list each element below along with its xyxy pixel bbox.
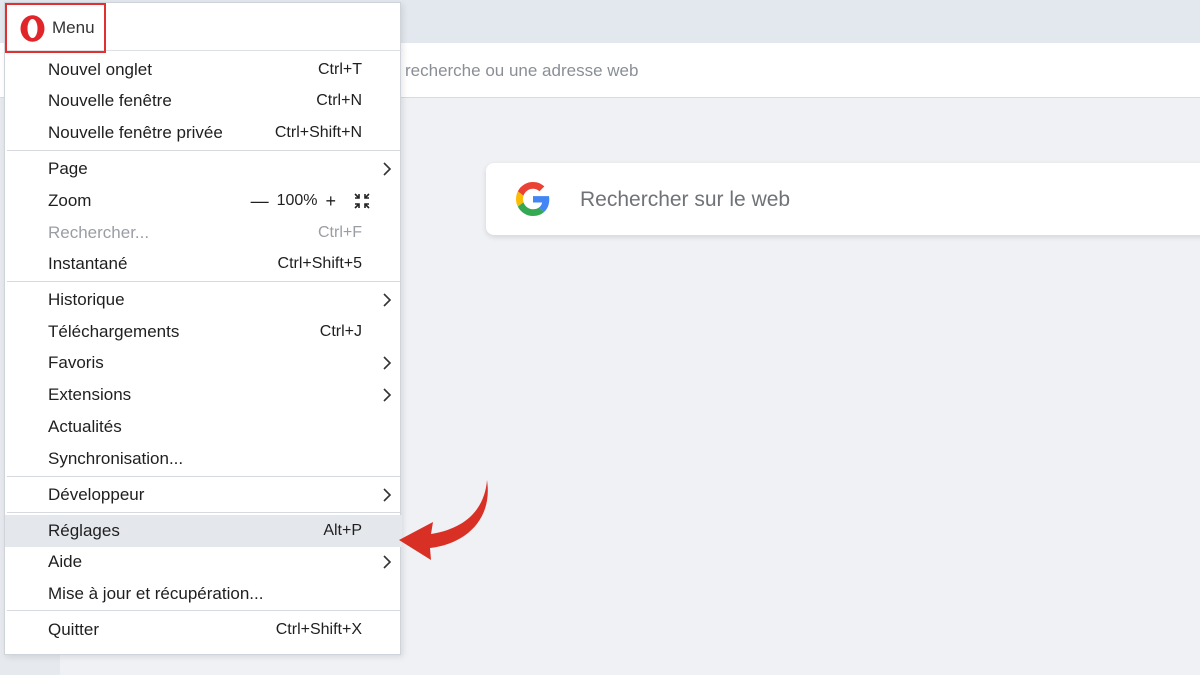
menu-item-label: Aide [48,552,83,571]
menu-item-quit[interactable]: Quitter Ctrl+Shift+X [5,614,402,646]
menu-item-label: Actualités [48,417,122,436]
search-placeholder[interactable]: Rechercher sur le web [580,188,790,212]
address-placeholder[interactable]: recherche ou une adresse web [405,61,638,81]
menu-divider [7,610,400,611]
menu-item-developer[interactable]: Développeur [5,479,402,511]
zoom-out-button[interactable]: — [251,191,269,212]
menu-item-extensions[interactable]: Extensions [5,379,402,411]
fullscreen-icon[interactable] [354,193,370,209]
menu-item-label: Nouvel onglet [48,60,152,79]
chevron-right-icon [383,488,392,502]
menu-item-downloads[interactable]: Téléchargements Ctrl+J [5,316,402,348]
menu-item-help[interactable]: Aide [5,546,402,578]
chevron-right-icon [383,356,392,370]
menu-divider [7,476,400,477]
chevron-right-icon [383,293,392,307]
menu-item-shortcut: Ctrl+J [319,323,362,340]
menu-item-label: Historique [48,290,125,309]
menu-item-label: Développeur [48,485,145,504]
menu-item-label: Zoom [48,191,92,210]
menu-item-label: Mise à jour et récupération... [48,584,264,603]
zoom-controls: — 100% + [251,191,370,212]
menu-item-label: Téléchargements [48,322,180,341]
menu-item-shortcut: Ctrl+T [318,61,362,78]
menu-item-new-tab[interactable]: Nouvel onglet Ctrl+T [5,54,402,86]
menu-divider [7,281,400,282]
menu-item-shortcut: Ctrl+Shift+N [274,124,362,141]
menu-item-update-recovery[interactable]: Mise à jour et récupération... [5,578,402,610]
menu-item-news[interactable]: Actualités [5,411,402,443]
chevron-right-icon [383,162,392,176]
menu-item-label: Quitter [48,620,100,639]
chevron-right-icon [383,388,392,402]
menu-item-new-window[interactable]: Nouvelle fenêtre Ctrl+N [5,85,402,117]
chevron-right-icon [383,555,392,569]
menu-item-history[interactable]: Historique [5,284,402,316]
menu-item-label: Synchronisation... [48,449,184,468]
web-search-box[interactable]: Rechercher sur le web [486,163,1200,235]
menu-item-find: Rechercher... Ctrl+F [5,217,402,249]
zoom-in-button[interactable]: + [325,191,336,212]
menu-item-sync[interactable]: Synchronisation... [5,443,402,475]
menu-item-settings[interactable]: Réglages Alt+P [5,515,402,547]
opera-logo-icon [20,14,45,42]
menu-item-label: Page [48,159,88,178]
menu-item-zoom: Zoom — 100% + [5,185,402,217]
menu-item-label: Nouvelle fenêtre privée [48,123,223,142]
menu-item-shortcut: Ctrl+Shift+5 [277,255,362,272]
menu-divider [7,150,400,151]
zoom-level: 100% [276,192,318,209]
menu-divider [7,512,400,513]
menu-item-label: Extensions [48,385,132,404]
menu-item-page[interactable]: Page [5,153,402,185]
google-icon [516,182,550,216]
menu-item-new-private-window[interactable]: Nouvelle fenêtre privée Ctrl+Shift+N [5,117,402,149]
menu-item-label: Rechercher... [48,223,150,242]
annotation-arrow-icon [399,480,488,560]
menu-item-label: Réglages [48,521,120,540]
menu-item-shortcut: Alt+P [323,522,362,539]
menu-item-label: Favoris [48,353,104,372]
menu-item-bookmarks[interactable]: Favoris [5,347,402,379]
menu-button-label: Menu [52,18,95,37]
menu-item-snapshot[interactable]: Instantané Ctrl+Shift+5 [5,248,402,280]
menu-item-shortcut: Ctrl+N [316,92,362,109]
menu-item-label: Nouvelle fenêtre [48,91,172,110]
menu-button[interactable]: Menu [5,3,106,53]
menu-item-shortcut: Ctrl+F [318,224,362,241]
menu-item-shortcut: Ctrl+Shift+X [275,621,362,638]
menu-item-label: Instantané [48,254,128,273]
main-menu: Menu Nouvel onglet Ctrl+T Nouvelle fenêt… [4,2,402,655]
